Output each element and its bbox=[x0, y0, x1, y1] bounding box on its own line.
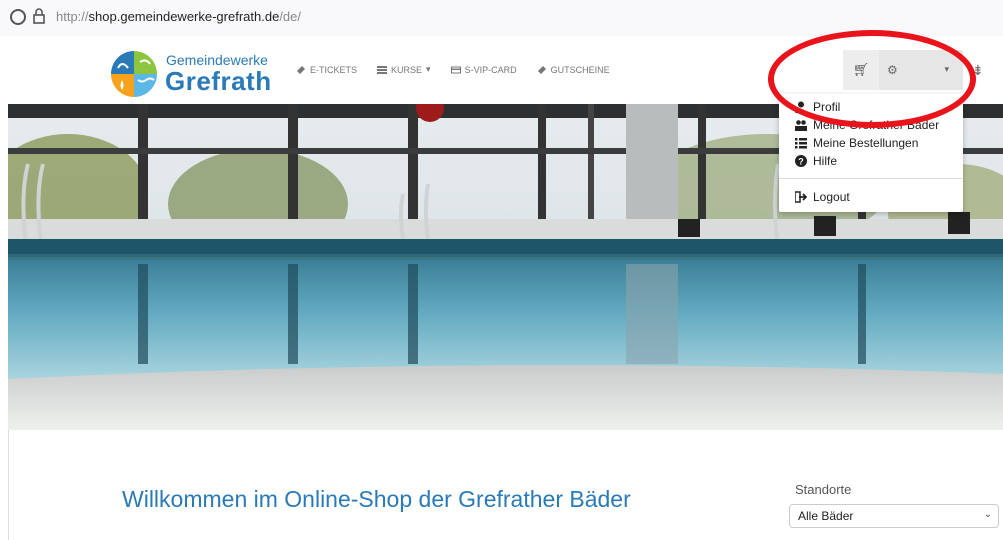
url-host: shop.gemeindewerke-grefrath.de bbox=[88, 9, 280, 24]
menu-item-profil[interactable]: Profil bbox=[795, 100, 840, 114]
url-prefix: http:// bbox=[56, 9, 89, 24]
users-icon bbox=[795, 120, 807, 131]
standorte-select[interactable]: Alle Bäder ⌄ bbox=[789, 504, 999, 528]
nav-e-tickets[interactable]: E-TICKETS bbox=[296, 64, 357, 75]
question-icon: ? bbox=[795, 155, 807, 167]
menu-item-meine-bestellungen[interactable]: Meine Bestellungen bbox=[795, 136, 918, 150]
caret-down-icon: ▾ bbox=[944, 64, 949, 74]
browser-url-bar[interactable]: http://shop.gemeindewerke-grefrath.de/de… bbox=[0, 0, 1003, 37]
user-dropdown-menu: Profil Meine Grefrather Bäder Meine Best… bbox=[779, 94, 963, 212]
menu-divider bbox=[779, 178, 963, 179]
menu-item-meine-grefrather-baeder[interactable]: Meine Grefrather Bäder bbox=[795, 118, 939, 132]
content-border bbox=[8, 430, 9, 540]
standorte-label: Standorte bbox=[795, 482, 852, 497]
tracking-shield-icon[interactable] bbox=[10, 9, 26, 25]
standorte-select-value: Alle Bäder bbox=[798, 509, 854, 523]
caret-down-icon: ▾ bbox=[426, 64, 431, 74]
tag-icon bbox=[537, 65, 546, 74]
menu-item-profil-label: Profil bbox=[813, 100, 841, 114]
ticket-icon bbox=[297, 65, 305, 74]
menu-more-icon[interactable]: ⇟ bbox=[972, 62, 984, 79]
nav-kurse[interactable]: KURSE ▾ bbox=[377, 64, 431, 75]
cogs-icon: ⚙ bbox=[887, 63, 898, 77]
menu-item-logout-label: Logout bbox=[813, 190, 850, 204]
main-nav: E-TICKETS KURSE ▾ S-VIP-CARD GUTSCHEINE bbox=[296, 64, 610, 75]
list-icon bbox=[795, 138, 807, 149]
svg-text:?: ? bbox=[798, 157, 804, 167]
menu-item-hilfe-label: Hilfe bbox=[813, 154, 838, 168]
list-icon bbox=[377, 65, 388, 74]
url-text[interactable]: http://shop.gemeindewerke-grefrath.de/de… bbox=[56, 9, 301, 24]
cart-button[interactable]: 🛒︎ bbox=[843, 50, 879, 90]
nav-kurse-label: KURSE bbox=[391, 64, 423, 75]
menu-item-logout[interactable]: Logout bbox=[795, 190, 850, 204]
url-path: /de/ bbox=[279, 9, 301, 24]
lock-icon[interactable] bbox=[32, 7, 46, 25]
user-icon bbox=[795, 101, 807, 113]
user-menu-button[interactable]: ⚙ ▾ bbox=[879, 50, 963, 90]
nav-s-vip-card[interactable]: S-VIP-CARD bbox=[450, 64, 517, 75]
card-icon bbox=[450, 66, 461, 73]
welcome-heading: Willkommen im Online-Shop der Grefrather… bbox=[122, 486, 631, 512]
menu-item-hilfe[interactable]: ? Hilfe bbox=[795, 154, 837, 168]
menu-item-meine-grefrather-baeder-label: Meine Grefrather Bäder bbox=[813, 118, 940, 132]
nav-gutscheine[interactable]: GUTSCHEINE bbox=[537, 64, 610, 75]
logo-icon[interactable] bbox=[110, 50, 158, 98]
nav-e-tickets-label: E-TICKETS bbox=[310, 64, 358, 75]
cart-icon: 🛒︎ bbox=[852, 62, 870, 77]
nav-s-vip-card-label: S-VIP-CARD bbox=[464, 64, 517, 75]
chevron-down-icon: ⌄ bbox=[983, 509, 992, 520]
logout-icon bbox=[795, 191, 807, 203]
menu-item-meine-bestellungen-label: Meine Bestellungen bbox=[813, 136, 919, 150]
nav-gutscheine-label: GUTSCHEINE bbox=[550, 64, 610, 75]
logo-title[interactable]: Grefrath bbox=[165, 66, 272, 97]
